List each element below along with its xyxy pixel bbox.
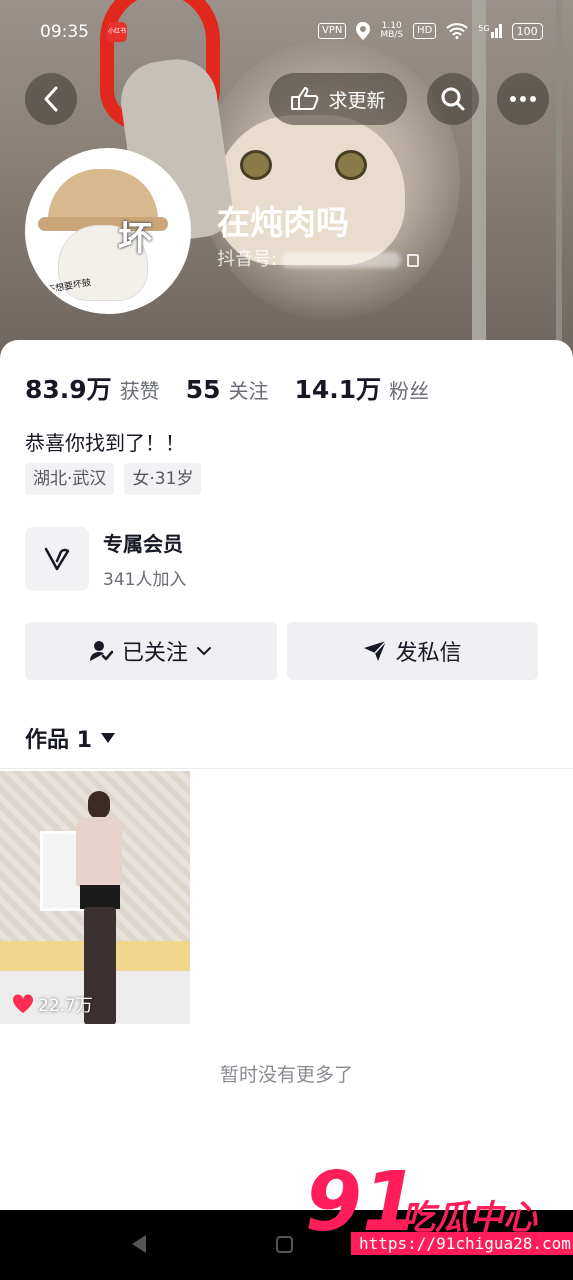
- no-more-text: 暂时没有更多了: [219, 1064, 353, 1086]
- douyin-id-blurred: [281, 252, 402, 268]
- profile-bio: 恭喜你找到了！！: [25, 431, 185, 455]
- tab-divider: [0, 768, 573, 769]
- more-button[interactable]: [497, 73, 549, 125]
- tag-location: 湖北·武汉: [25, 463, 115, 495]
- followers-label[interactable]: 粉丝: [389, 375, 429, 404]
- chevron-left-icon: [44, 86, 58, 112]
- user-check-icon: [89, 641, 114, 661]
- exclusive-membership[interactable]: 专属会员 341人加入: [25, 527, 186, 591]
- watermark-url: https://91chigua28.com: [351, 1232, 573, 1255]
- video-likes: 22.7万: [12, 991, 93, 1016]
- video-person-shirt: [76, 817, 122, 887]
- video-likes-count: 22.7万: [38, 996, 93, 1016]
- profile-stats: 83.9万 获赞 55 关注 14.1万 粉丝: [25, 370, 455, 406]
- pointing-hand-icon: [291, 87, 319, 110]
- watermark: 91 吃瓜中心 https://91chigua28.com: [305, 1162, 573, 1262]
- status-indicators: VPN 1.10 MB/S HD 5G 100: [318, 22, 543, 40]
- avatar[interactable]: 坏 不想要坏鼓: [25, 148, 191, 314]
- membership-icon: [25, 527, 89, 591]
- profile-screen: { "status_bar": { "time": "09:35", "app_…: [0, 0, 573, 1280]
- cover-pole-2: [556, 0, 562, 372]
- network-type: 5G: [478, 24, 490, 33]
- douyin-id: 抖音号:: [217, 245, 420, 271]
- network-speed-unit: MB/S: [380, 30, 404, 40]
- status-bar: 09:35 小红书 VPN 1.10 MB/S HD 5G 100: [0, 18, 573, 48]
- following-count[interactable]: 55: [186, 375, 221, 404]
- video-person-shorts: [80, 885, 120, 909]
- followed-button[interactable]: 已关注: [25, 622, 277, 680]
- request-update-button[interactable]: 求更新: [269, 73, 407, 125]
- video-thumbnail[interactable]: 22.7万: [0, 771, 190, 1024]
- wifi-icon: [446, 23, 468, 39]
- request-update-label: 求更新: [328, 89, 386, 112]
- cover-cat-eye-left: [240, 150, 272, 180]
- avatar-text: 坏: [118, 219, 152, 259]
- cover-pole: [472, 0, 486, 372]
- douyin-id-label: 抖音号:: [217, 249, 278, 270]
- cover-cat-eye-right: [335, 150, 367, 180]
- followed-label: 已关注: [121, 641, 188, 666]
- send-message-button[interactable]: 发私信: [287, 622, 538, 680]
- hd-badge: HD: [413, 23, 437, 39]
- heart-icon: [12, 993, 34, 1013]
- likes-label[interactable]: 获赞: [120, 375, 160, 404]
- nav-home-icon[interactable]: [276, 1236, 293, 1253]
- network-speed: 1.10 MB/S: [380, 22, 403, 40]
- likes-count[interactable]: 83.9万: [25, 370, 112, 406]
- following-label[interactable]: 关注: [228, 375, 268, 404]
- send-plane-icon: [364, 640, 388, 661]
- copy-icon[interactable]: [407, 253, 420, 267]
- location-icon: [356, 22, 371, 40]
- back-button[interactable]: [25, 73, 77, 125]
- profile-nickname: 在炖肉吗: [217, 203, 349, 242]
- tag-gender-age: 女·31岁: [124, 463, 202, 495]
- app-notification-icon: 小红书: [107, 22, 127, 42]
- video-person: [70, 791, 126, 1024]
- vpn-badge: VPN: [318, 23, 347, 39]
- nav-back-icon[interactable]: [132, 1235, 146, 1253]
- send-message-label: 发私信: [395, 641, 462, 666]
- profile-tags: 湖北·武汉 女·31岁: [25, 463, 202, 495]
- status-time: 09:35: [40, 22, 89, 42]
- video-person-head: [88, 791, 110, 819]
- battery-icon: 100: [511, 22, 543, 40]
- works-tab-label: 作品 1: [25, 728, 92, 753]
- followers-count[interactable]: 14.1万: [294, 370, 381, 406]
- tab-works[interactable]: 作品 1: [25, 722, 116, 754]
- membership-count: 341人加入: [103, 570, 187, 590]
- signal-icon: 5G: [478, 24, 502, 38]
- membership-title: 专属会员: [103, 532, 183, 556]
- more-dots-icon: [510, 96, 536, 102]
- search-button[interactable]: [427, 73, 479, 125]
- search-icon: [441, 87, 465, 111]
- caret-down-icon: [100, 733, 115, 743]
- chevron-down-icon: [197, 647, 211, 656]
